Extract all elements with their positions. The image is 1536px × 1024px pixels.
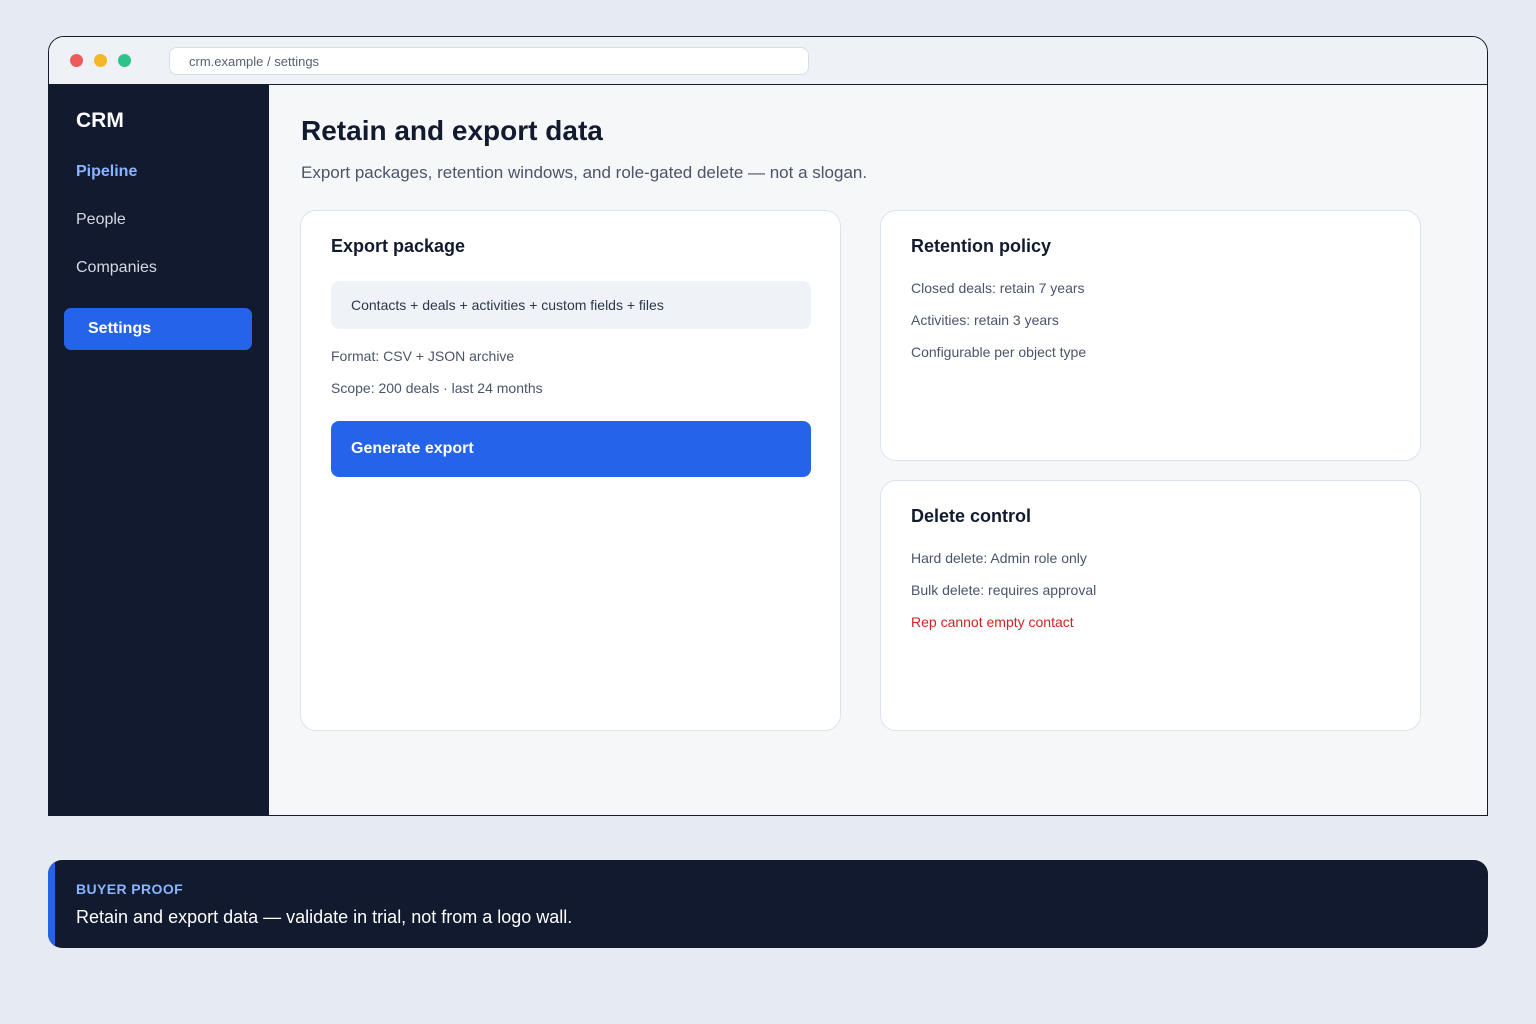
export-scope: Scope: 200 deals · last 24 months <box>331 380 543 396</box>
retention-line: Activities: retain 3 years <box>911 312 1059 328</box>
buyer-proof-text: Retain and export data — validate in tri… <box>76 907 573 927</box>
export-package-card: Export package Contacts + deals + activi… <box>300 210 841 731</box>
export-format: Format: CSV + JSON archive <box>331 348 515 364</box>
sidebar: CRM Pipeline People Companies Settings <box>49 85 269 815</box>
close-window-icon[interactable] <box>70 54 83 67</box>
sidebar-item-pipeline[interactable]: Pipeline <box>76 163 137 181</box>
page-subtitle: Export packages, retention windows, and … <box>301 163 868 182</box>
retention-policy-card: Retention policy Closed deals: retain 7 … <box>880 210 1421 461</box>
main-content: Retain and export data Export packages, … <box>269 85 1487 815</box>
minimize-window-icon[interactable] <box>94 54 107 67</box>
generate-export-button[interactable]: Generate export <box>331 421 811 477</box>
retention-line: Configurable per object type <box>911 344 1087 360</box>
browser-titlebar: crm.example / settings <box>49 37 1487 85</box>
brand-logo: CRM <box>76 109 124 132</box>
buyer-proof-label: BUYER PROOF <box>76 881 184 897</box>
retention-line: Closed deals: retain 7 years <box>911 280 1085 296</box>
export-package-contents: Contacts + deals + activities + custom f… <box>331 281 811 329</box>
delete-line: Hard delete: Admin role only <box>911 550 1087 566</box>
maximize-window-icon[interactable] <box>118 54 131 67</box>
retention-card-title: Retention policy <box>911 236 1052 256</box>
address-bar[interactable]: crm.example / settings <box>169 47 809 75</box>
export-card-title: Export package <box>331 236 466 256</box>
banner-accent-bar <box>48 860 55 948</box>
sidebar-item-companies[interactable]: Companies <box>76 259 157 277</box>
delete-card-title: Delete control <box>911 506 1032 526</box>
page-title: Retain and export data <box>301 115 603 146</box>
delete-control-card: Delete control Hard delete: Admin role o… <box>880 480 1421 731</box>
sidebar-item-settings[interactable]: Settings <box>64 308 252 350</box>
buyer-proof-banner: BUYER PROOF Retain and export data — val… <box>48 860 1488 948</box>
delete-warning-line: Rep cannot empty contact <box>911 614 1074 630</box>
browser-window: crm.example / settings CRM Pipeline Peop… <box>48 36 1488 816</box>
sidebar-item-people[interactable]: People <box>76 211 126 229</box>
delete-line: Bulk delete: requires approval <box>911 582 1097 598</box>
